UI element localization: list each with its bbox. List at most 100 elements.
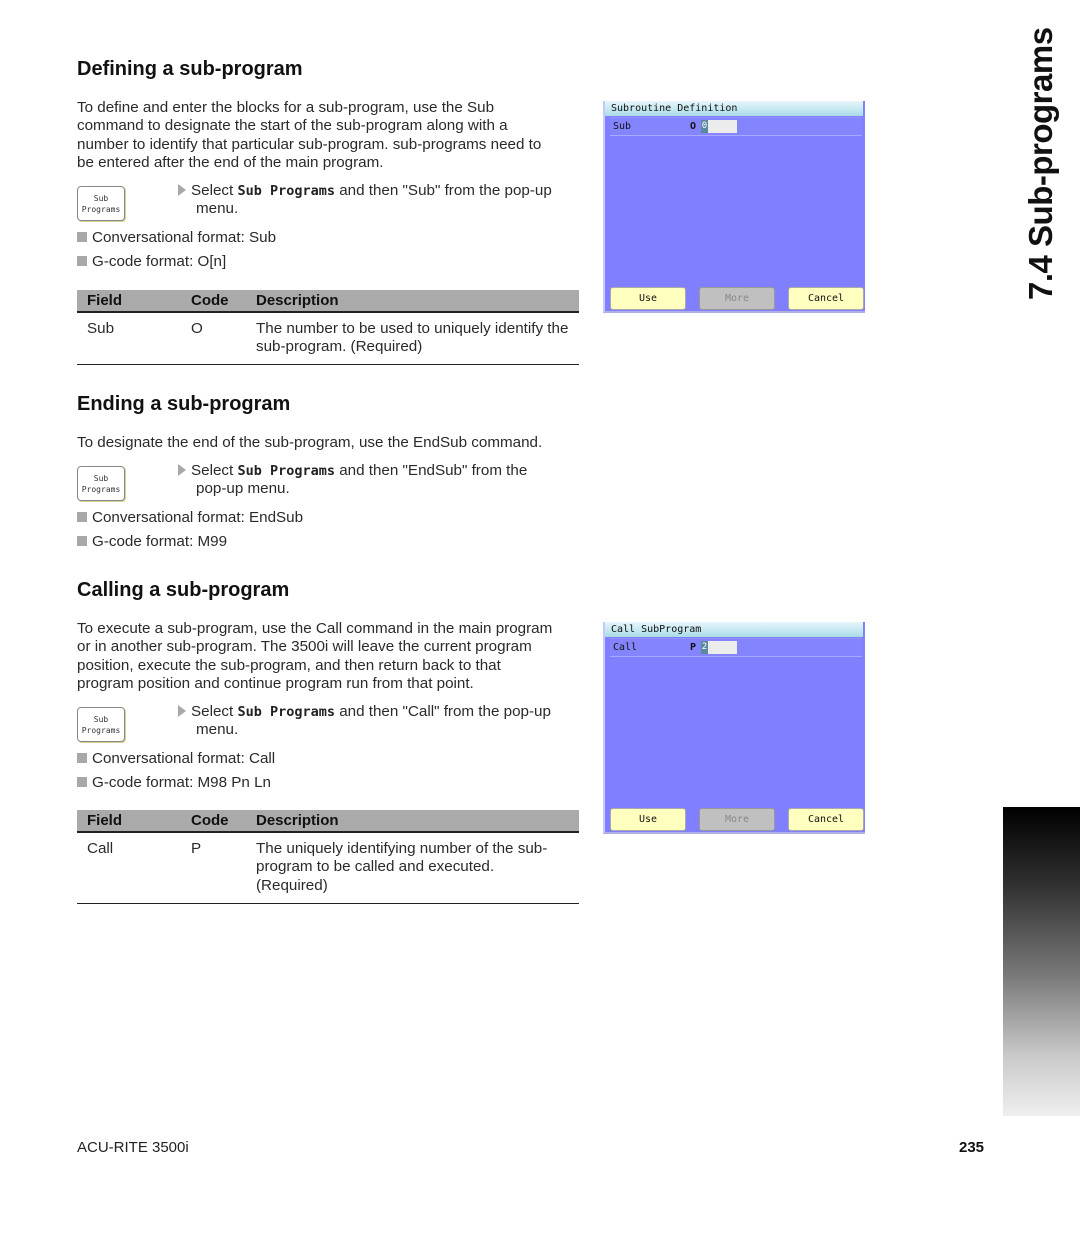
- bullet-text: Conversational format: EndSub: [92, 509, 304, 526]
- softkey-line2: Programs: [81, 725, 121, 735]
- softkey-line1: Sub: [93, 193, 109, 203]
- bullet-text: Conversational format: Call: [92, 750, 276, 767]
- more-button[interactable]: More: [699, 287, 775, 310]
- header-field: Field: [87, 292, 123, 309]
- cell-description: The uniquely identifying number of the s…: [256, 840, 548, 894]
- screen-field-row[interactable]: Sub O 0: [610, 117, 862, 136]
- step-defining: Select Sub Programs and then "Sub" from …: [178, 182, 552, 219]
- bullet-square-icon: [77, 512, 87, 522]
- bullet-item: G-code format: M98 Pn Ln: [77, 774, 271, 792]
- use-button[interactable]: Use: [610, 287, 686, 310]
- bullet-square-icon: [77, 753, 87, 763]
- bullet-text: Conversational format: Sub: [92, 229, 277, 246]
- step-text: menu.: [196, 721, 239, 739]
- bullet-item: G-code format: M99: [77, 533, 227, 551]
- screen-subroutine-definition: Subroutine Definition Sub O 0 Use More C…: [603, 101, 865, 313]
- input-cursor: 2: [701, 641, 708, 654]
- cell-code: O: [191, 320, 203, 337]
- heading-ending: Ending a sub-program: [77, 393, 291, 415]
- footer-page-number: 235: [959, 1139, 985, 1156]
- intro-line: position, execute the sub-program, and t…: [77, 656, 501, 674]
- intro-line: To define and enter the blocks for a sub…: [77, 99, 495, 116]
- bullet-text: G-code format: M98 Pn Ln: [92, 774, 271, 791]
- intro-defining: To define and enter the blocks for a sub…: [77, 99, 587, 172]
- bullet-square-icon: [77, 256, 87, 266]
- header-description: Description: [256, 812, 339, 829]
- screen-call-subprogram: Call SubProgram Call P 2 Use More Cancel: [603, 622, 865, 834]
- cancel-button[interactable]: Cancel: [788, 808, 864, 831]
- call-number-input[interactable]: 2: [701, 641, 737, 654]
- screen-title: Call SubProgram: [605, 622, 863, 637]
- screen-field-label: Sub: [613, 121, 632, 132]
- intro-line: or in another sub-program. The 3500i wil…: [77, 638, 532, 656]
- screen-title: Subroutine Definition: [605, 101, 863, 116]
- sub-programs-softkey[interactable]: Sub Programs: [77, 466, 125, 501]
- step-arrow-icon: [178, 184, 186, 196]
- screen-field-row[interactable]: Call P 2: [610, 638, 862, 657]
- softkey-line2: Programs: [81, 204, 121, 214]
- step-text: menu.: [196, 200, 239, 218]
- sub-programs-softkey[interactable]: Sub Programs: [77, 186, 125, 221]
- table-row: Call P The uniquely identifying number o…: [77, 833, 579, 904]
- table-defining: Field Code Description Sub O The number …: [77, 290, 579, 365]
- bullet-square-icon: [77, 777, 87, 787]
- use-button[interactable]: Use: [610, 808, 686, 831]
- intro-line: command to designate the start of the su…: [77, 117, 508, 135]
- bullet-item: Conversational format: Sub: [77, 229, 276, 247]
- softkey-line1: Sub: [93, 473, 109, 483]
- intro-line: program position and continue program ru…: [77, 674, 474, 692]
- bullet-text: G-code format: O[n]: [92, 253, 227, 270]
- more-button[interactable]: More: [699, 808, 775, 831]
- cell-code: P: [191, 840, 202, 857]
- intro-calling: To execute a sub-program, use the Call c…: [77, 620, 587, 693]
- cancel-button[interactable]: Cancel: [788, 287, 864, 310]
- chapter-side-title: 7.4 Sub-programs: [1022, 27, 1059, 300]
- heading-calling: Calling a sub-program: [77, 579, 290, 601]
- step-arrow-icon: [178, 464, 186, 476]
- header-code: Code: [191, 292, 229, 309]
- intro-line: be entered after the end of the main pro…: [77, 153, 384, 171]
- footer-product: ACU-RITE 3500i: [77, 1139, 189, 1156]
- table-header: Field Code Description: [77, 810, 579, 833]
- intro-line: number to identify that particular sub-p…: [77, 135, 542, 153]
- screen-field-code: O: [690, 121, 697, 132]
- step-key: Sub Programs: [237, 183, 335, 199]
- step-arrow-icon: [178, 705, 186, 717]
- intro-ending: To designate the end of the sub-program,…: [77, 434, 587, 452]
- step-text: and then "Sub" from the pop-up: [334, 182, 552, 199]
- intro-line: To designate the end of the sub-program,…: [77, 434, 543, 451]
- step-text: Select: [191, 182, 238, 199]
- step-calling: Select Sub Programs and then "Call" from…: [178, 703, 551, 740]
- header-code: Code: [191, 812, 229, 829]
- step-key: Sub Programs: [237, 704, 335, 720]
- intro-line: To execute a sub-program, use the Call c…: [77, 620, 553, 637]
- step-text: pop-up menu.: [196, 480, 290, 498]
- cell-description: The number to be used to uniquely identi…: [256, 320, 569, 356]
- bullet-item: G-code format: O[n]: [77, 253, 226, 271]
- chapter-thumb-tab: [1003, 807, 1080, 1116]
- step-text: and then "EndSub" from the: [334, 462, 528, 479]
- table-row: Sub O The number to be used to uniquely …: [77, 313, 579, 365]
- bullet-square-icon: [77, 536, 87, 546]
- cell-field: Call: [87, 840, 114, 857]
- screen-field-code: P: [690, 642, 697, 653]
- bullet-item: Conversational format: EndSub: [77, 509, 303, 527]
- bullet-square-icon: [77, 232, 87, 242]
- step-text: Select: [191, 703, 238, 720]
- header-description: Description: [256, 292, 339, 309]
- step-key: Sub Programs: [237, 463, 335, 479]
- screen-field-label: Call: [613, 642, 638, 653]
- cell-field: Sub: [87, 320, 115, 337]
- header-field: Field: [87, 812, 123, 829]
- input-cursor: 0: [701, 120, 708, 133]
- step-ending: Select Sub Programs and then "EndSub" fr…: [178, 462, 527, 499]
- bullet-text: G-code format: M99: [92, 533, 228, 550]
- heading-defining: Defining a sub-program: [77, 58, 303, 80]
- step-text: and then "Call" from the pop-up: [334, 703, 551, 720]
- softkey-line1: Sub: [93, 714, 109, 724]
- bullet-item: Conversational format: Call: [77, 750, 275, 768]
- sub-programs-softkey[interactable]: Sub Programs: [77, 707, 125, 742]
- sub-number-input[interactable]: 0: [701, 120, 737, 133]
- table-header: Field Code Description: [77, 290, 579, 313]
- softkey-line2: Programs: [81, 484, 121, 494]
